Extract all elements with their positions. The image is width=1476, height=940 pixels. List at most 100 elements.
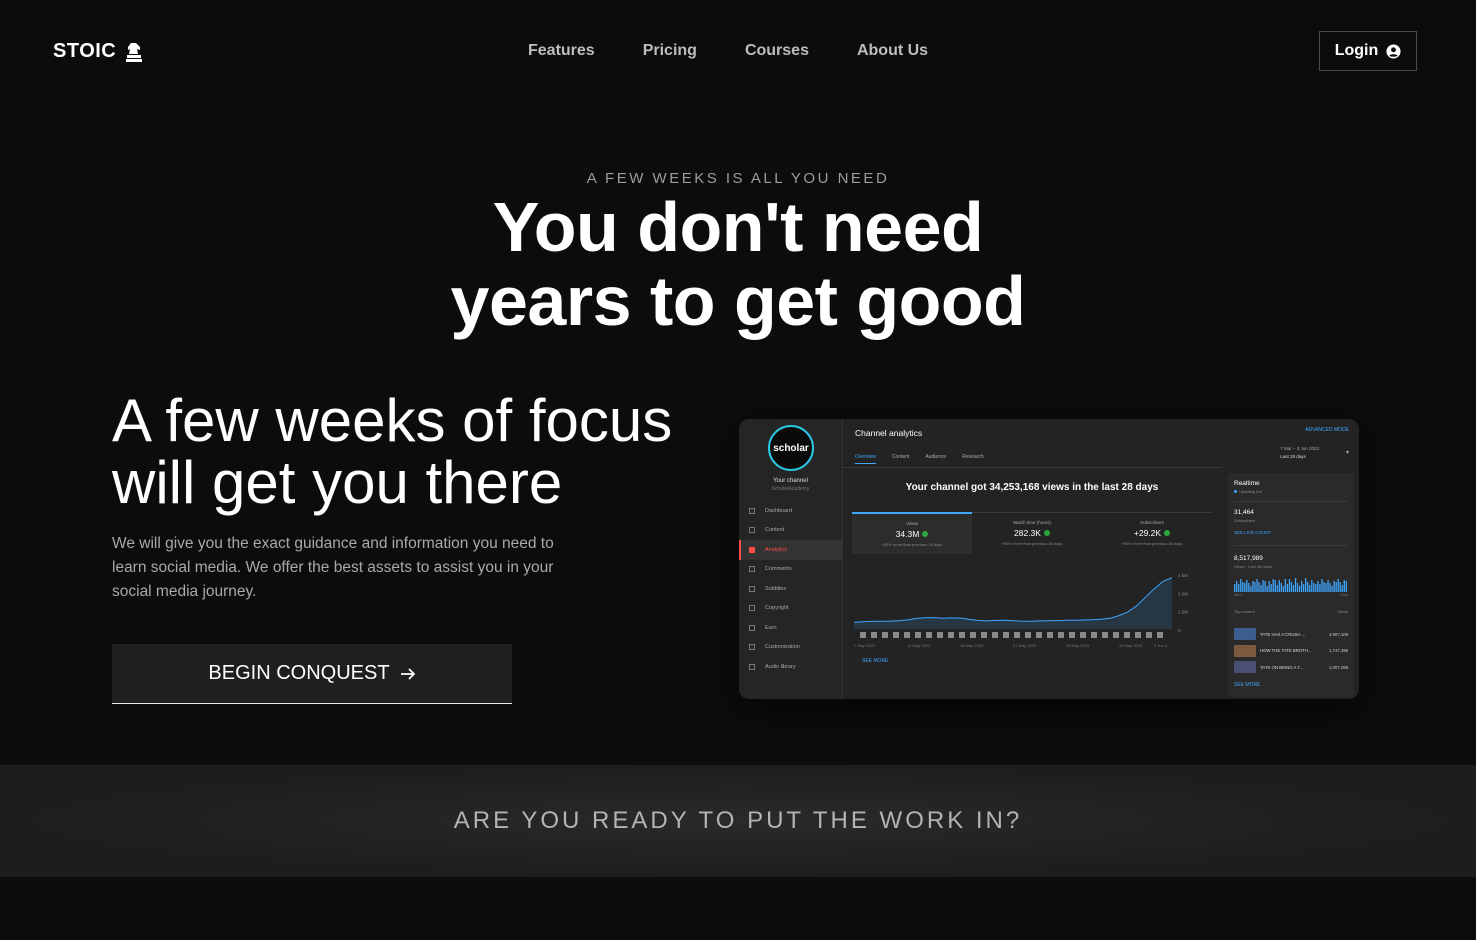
- sidebar-item-audio-library[interactable]: Audio library: [739, 657, 842, 677]
- date-range-label: Last 28 days: [1280, 454, 1306, 459]
- x-tick-label: 3 Jun 2...: [1154, 643, 1170, 648]
- stat-card-watch-time[interactable]: Watch time (hours) 282.3K +93% more than…: [972, 512, 1092, 554]
- video-marker: [937, 632, 943, 638]
- realtime-bar: [1327, 580, 1329, 592]
- menu-icon: [749, 663, 755, 670]
- brand-logo[interactable]: STOIC: [53, 40, 144, 63]
- sidebar-item-customization[interactable]: Customization: [739, 638, 842, 658]
- realtime-bar: [1313, 583, 1315, 592]
- tab-content[interactable]: Content: [892, 454, 910, 464]
- y-tick-label: 3.0M: [1178, 591, 1188, 596]
- video-marker: [970, 632, 976, 638]
- video-marker: [1069, 632, 1075, 638]
- realtime-bar: [1305, 578, 1307, 592]
- realtime-bar: [1260, 585, 1262, 592]
- advanced-mode-link[interactable]: ADVANCED MODE: [1305, 427, 1349, 433]
- realtime-bar: [1246, 580, 1248, 592]
- x-tick-label: 30 May 2023: [1119, 643, 1143, 648]
- list-item[interactable]: TATE HAS A CRUSH ... 4,907,109: [1234, 626, 1348, 643]
- stat-value: +29.2K: [1092, 528, 1212, 538]
- sidebar-item-dashboard[interactable]: Dashboard: [739, 501, 842, 521]
- sidebar-item-label: Customization: [765, 644, 800, 651]
- nav-link-features[interactable]: Features: [528, 42, 595, 60]
- x-tick-label: 12 May 2023: [907, 643, 931, 648]
- sidebar-item-comments[interactable]: Comments: [739, 560, 842, 580]
- see-more-link[interactable]: SEE MORE: [862, 658, 888, 664]
- see-live-count-link[interactable]: SEE LIVE COUNT: [1234, 530, 1271, 535]
- realtime-bar: [1262, 580, 1264, 592]
- realtime-views: 8,517,989: [1234, 555, 1263, 562]
- sidebar-item-copyright[interactable]: Copyright: [739, 599, 842, 619]
- nav-link-courses[interactable]: Courses: [745, 42, 809, 60]
- realtime-bar: [1303, 584, 1305, 592]
- sidebar-item-label: Analytics: [765, 546, 788, 553]
- menu-icon: [749, 605, 755, 612]
- realtime-bar: [1274, 580, 1276, 592]
- nav-link-pricing[interactable]: Pricing: [643, 42, 697, 60]
- login-label: Login: [1334, 42, 1379, 59]
- cta-label: BEGIN CONQUEST: [208, 662, 390, 684]
- sidebar-item-analytics[interactable]: Analytics: [739, 540, 842, 560]
- stat-card-views[interactable]: Views 34.3M +93% more than previous 28 d…: [852, 512, 972, 554]
- realtime-bar: [1337, 579, 1339, 592]
- views-label: Views · Last 48 hours: [1234, 564, 1273, 569]
- realtime-bar: [1339, 582, 1341, 592]
- menu-icon: [749, 546, 755, 553]
- realtime-bar: [1343, 580, 1345, 592]
- sidebar-item-subtitles[interactable]: Subtitles: [739, 579, 842, 599]
- overview-panel: Your channel got 34,253,168 views in the…: [842, 468, 1222, 699]
- realtime-bar: [1284, 579, 1287, 592]
- y-tick-label: 1.5M: [1178, 610, 1188, 615]
- video-marker: [1025, 632, 1031, 638]
- realtime-bar: [1288, 579, 1291, 592]
- see-more-link[interactable]: SEE MORE: [1234, 682, 1260, 688]
- login-button[interactable]: Login: [1319, 31, 1417, 71]
- realtime-bar: [1256, 579, 1258, 592]
- list-item[interactable]: HOW THE TATE BROTH... 1,747,496: [1234, 643, 1348, 660]
- nav-links: Features Pricing Courses About Us: [528, 42, 928, 60]
- video-marker: [926, 632, 932, 638]
- list-item[interactable]: TATE ON BEING A T... 1,007,288: [1234, 659, 1348, 676]
- stat-card-subscribers[interactable]: Subscribers +29.2K +93% more than previo…: [1092, 512, 1212, 554]
- realtime-title: Realtime: [1234, 480, 1260, 487]
- realtime-bar: [1321, 579, 1323, 592]
- tab-research[interactable]: Research: [962, 454, 983, 464]
- video-marker: [893, 632, 899, 638]
- begin-conquest-button[interactable]: BEGIN CONQUEST: [112, 644, 512, 704]
- chess-knight-icon: [126, 42, 143, 62]
- tab-overview[interactable]: Overview: [855, 454, 876, 464]
- sidebar-item-earn[interactable]: Earn: [739, 618, 842, 638]
- realtime-bar: [1278, 580, 1280, 592]
- realtime-bar: [1248, 583, 1250, 592]
- menu-icon: [749, 585, 755, 592]
- date-range-selector[interactable]: 7 Mar – 3 Jun 2023 Last 28 days: [1280, 445, 1319, 461]
- sidebar-item-label: Content: [765, 527, 785, 534]
- check-circle-icon: [922, 531, 929, 537]
- cta-band: ARE YOU READY TO PUT THE WORK IN?: [0, 765, 1476, 877]
- tab-audience[interactable]: Audience: [925, 454, 946, 464]
- sidebar-item-label: Copyright: [765, 605, 789, 612]
- caret-down-icon[interactable]: ▾: [1346, 449, 1349, 456]
- realtime-panel: Realtime Updating live 31,464 Subscriber…: [1228, 473, 1354, 697]
- live-indicator: Updating live: [1234, 489, 1262, 494]
- stat-value: 282.3K: [972, 528, 1092, 538]
- realtime-bar: [1268, 581, 1270, 592]
- sidebar-item-label: Earn: [765, 624, 777, 631]
- video-title: TATE ON BEING A T...: [1260, 664, 1303, 670]
- stat-label: Subscribers: [1140, 520, 1164, 525]
- nav-link-about-us[interactable]: About Us: [857, 42, 928, 60]
- arrow-right-icon: [400, 667, 415, 680]
- video-marker: [1102, 632, 1108, 638]
- realtime-bar: [1329, 583, 1331, 592]
- realtime-bar: [1341, 585, 1343, 592]
- sidebar-item-content[interactable]: Content: [739, 521, 842, 541]
- headline-line-1: You don't need: [492, 188, 984, 266]
- dashboard-sidebar: scholar Your channel ScholarAcademy Dash…: [739, 419, 843, 699]
- video-marker: [1080, 632, 1086, 638]
- video-marker: [1003, 632, 1009, 638]
- realtime-bar: [1240, 579, 1242, 592]
- video-thumbnail: [1234, 661, 1256, 674]
- stats-row: Views 34.3M +93% more than previous 28 d…: [852, 512, 1212, 554]
- realtime-bar: [1280, 583, 1282, 592]
- realtime-bar: [1294, 578, 1297, 592]
